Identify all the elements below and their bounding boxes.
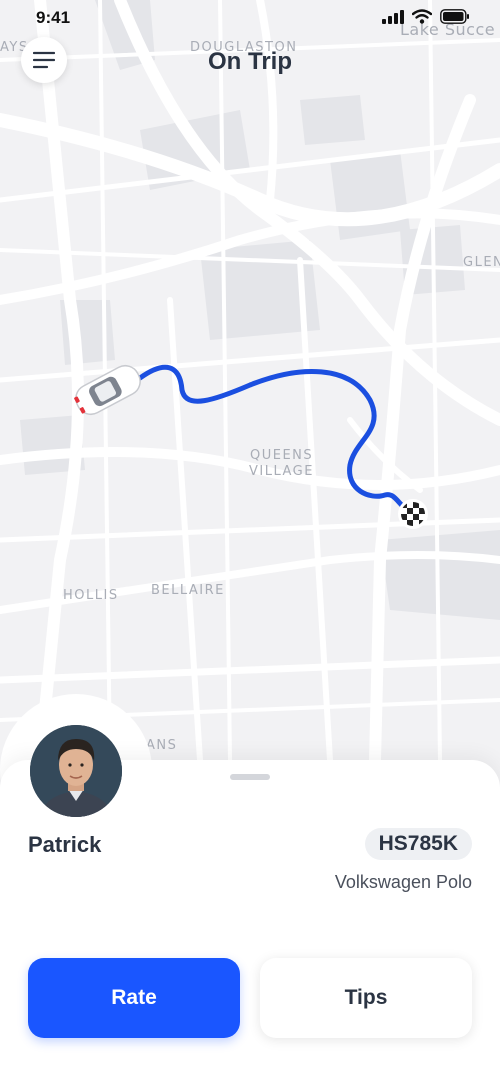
license-plate: HS785K: [378, 832, 458, 855]
tips-button-label: Tips: [344, 986, 388, 1009]
signal-icon: [382, 9, 404, 24]
battery-icon: [440, 9, 469, 24]
driver-name: Patrick: [28, 832, 102, 857]
sheet-handle[interactable]: [230, 774, 270, 780]
rate-button[interactable]: Rate: [28, 958, 240, 1038]
tips-button[interactable]: Tips: [260, 958, 472, 1038]
map-label-village: VILLAGE: [249, 464, 314, 479]
car-model: Volkswagen Polo: [334, 872, 472, 892]
status-icons: [382, 9, 470, 24]
status-bar: 9:41: [0, 0, 500, 36]
wifi-icon: [412, 9, 432, 24]
map-label-glen: GLEN: [463, 255, 500, 270]
map-label-bellaire: BELLAIRE: [151, 583, 225, 598]
rate-button-label: Rate: [111, 986, 157, 1009]
status-time: 9:41: [36, 8, 71, 27]
driver-avatar[interactable]: [30, 725, 122, 817]
map-label-ans: ANS: [146, 738, 178, 753]
license-plate-badge: HS785K: [364, 828, 472, 860]
driver-photo: [30, 725, 122, 817]
destination-flag-icon[interactable]: [398, 499, 428, 529]
map-label-queens: QUEENS: [250, 448, 314, 463]
page-title: On Trip: [208, 48, 292, 75]
map-label-hollis: HOLLIS: [63, 588, 119, 603]
